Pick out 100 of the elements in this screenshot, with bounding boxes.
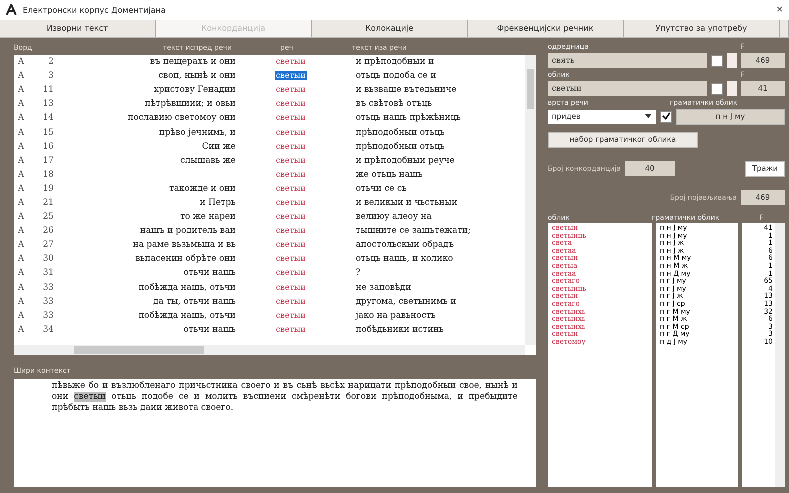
dropdown-arrow-icon (645, 114, 652, 119)
table-cell[interactable]: светыи (275, 324, 307, 334)
table-cell-text: 17 (42, 156, 54, 166)
checkbox[interactable] (660, 110, 672, 122)
table-cell-text: А (17, 254, 26, 264)
table-cell: такожде и они (169, 184, 236, 194)
table-cell[interactable]: светыи (275, 226, 307, 236)
table-cell-text: ? (355, 268, 362, 278)
table-cell-text: и прѣподобныи реуче (355, 156, 456, 166)
table-cell-text: А (17, 99, 26, 110)
table-cell-text: А (17, 282, 26, 293)
table-cell-text: и великыи и чьстьныи (355, 198, 459, 208)
table-cell-text: 33 (42, 296, 54, 307)
table-cell-text: 18 (42, 170, 54, 180)
table-cell-text: отьць нашь, и колико (355, 254, 454, 264)
table-cell-text: А (17, 113, 26, 124)
scrollbar[interactable] (525, 55, 536, 345)
checkbox[interactable] (711, 54, 723, 66)
table-cell[interactable]: светыи (275, 57, 307, 66)
table-cell[interactable]: светыи (275, 156, 307, 165)
lemma-field[interactable]: свять (548, 53, 707, 68)
small-field[interactable] (727, 81, 737, 96)
table-cell: вьпасенин обрѣте они (136, 254, 236, 264)
table-cell: своп, нынѣ и они (158, 71, 236, 82)
table-cell: побѣжда нашь, отьчи (138, 282, 236, 293)
table-cell-text: 13 (42, 99, 54, 110)
table-cell-text: тышните се зашьтежати; (355, 226, 472, 236)
table-cell-text: 14 (42, 113, 54, 124)
table-cell[interactable]: светыи (275, 99, 307, 108)
table-cell-text: 16 (42, 142, 54, 152)
checkbox[interactable] (711, 82, 723, 94)
table-cell: Сии же (202, 142, 236, 152)
table-cell-text: 25 (42, 212, 54, 222)
table-cell[interactable]: светыи (275, 296, 307, 306)
table-cell-text: 15 (42, 128, 54, 138)
small-field[interactable] (727, 53, 737, 68)
table-cell-text: јако на равьность (354, 310, 437, 321)
table-cell-text: побѣдьники истинь (355, 324, 445, 335)
form-field[interactable]: светыи (548, 81, 707, 96)
table-cell-text: А (17, 240, 26, 250)
table-cell-text: А (17, 142, 26, 152)
table-cell-text: прѣподобныи отьць (355, 128, 446, 138)
table-cell[interactable]: светыи (275, 254, 307, 264)
table-cell[interactable]: светыи (275, 113, 307, 122)
table-cell: да ты, отьчи нашь (154, 296, 236, 307)
table-cell-text: 27 (42, 240, 54, 250)
table-cell-text: А (17, 57, 26, 68)
table-cell-text: 26 (42, 226, 54, 236)
table-cell: пѣтрѣвшиии; и овьи (145, 99, 236, 110)
close-button[interactable]: × (776, 4, 783, 16)
table-cell-text: А (17, 156, 26, 166)
table-cell: прѣво јечнимь, и (159, 128, 236, 138)
table-cell[interactable]: светыи (275, 184, 307, 193)
table-cell: на раме вьзьмьша и вь (133, 240, 236, 250)
table-cell-text: 33 (42, 310, 54, 321)
scrollbar[interactable] (775, 223, 785, 487)
window-title: Електронски корпус Доментијана (23, 6, 167, 14)
table-cell[interactable]: светыи (275, 142, 307, 151)
table-cell-text: другома, светынимь и (355, 296, 458, 307)
table-cell-text: А (17, 310, 26, 321)
table-cell[interactable]: светыи (275, 310, 307, 320)
table-cell: слышавь же (180, 156, 236, 166)
table-cell: отьчи нашь (184, 268, 236, 278)
table-cell: отьчи нашь (184, 324, 236, 335)
table-cell-text: А (17, 85, 26, 96)
table-cell: пославию светомоу они (128, 113, 236, 124)
table-cell[interactable]: светыи (275, 198, 307, 207)
table-cell[interactable]: светыи (275, 71, 307, 80)
table-cell-text: А (17, 198, 26, 208)
table-cell-text: въ свѣтовѣ отъць (355, 99, 434, 110)
table-cell-text: и вьзваше вътедьниче (355, 85, 458, 96)
table-cell-text: же отьць нашь (355, 170, 424, 180)
table-cell[interactable]: светыи (275, 240, 307, 250)
table-cell-text: 34 (42, 324, 54, 335)
table-cell-text: А (17, 226, 26, 236)
table-cell: христову Генадии (154, 85, 236, 96)
table-cell-text: отьць подоба се и (355, 71, 438, 82)
table-cell-text: 21 (42, 198, 54, 208)
table-cell[interactable]: светыи (275, 170, 307, 179)
table-cell-text: апостольскыи обрадъ (355, 240, 456, 250)
table-cell[interactable]: светыи (275, 85, 307, 94)
table-cell-text: отьць нашь прѣжѣниць (355, 113, 462, 124)
table-cell[interactable]: светыи (275, 212, 307, 222)
table-cell-text: и прѣподобныи и (355, 57, 436, 68)
table-cell: то же нареи (180, 212, 236, 222)
table-cell-text: 3 (48, 71, 54, 82)
table-cell-text: А (17, 170, 26, 180)
table-cell-text: А (17, 71, 26, 82)
table-cell[interactable]: светыи (275, 268, 307, 278)
table-cell-text: прѣподобныи отьць (355, 142, 446, 152)
table-cell-text: А (17, 268, 26, 278)
scrollbar[interactable] (14, 345, 525, 355)
table-cell-text: отьчи се сь (355, 184, 408, 194)
table-cell-text: 2 (48, 57, 54, 68)
table-cell: побѣжда нашь, отьчи (138, 310, 236, 321)
table-cell[interactable]: светыи (275, 282, 307, 292)
table-cell-text: А (17, 184, 26, 194)
table-cell[interactable]: светыи (275, 128, 307, 137)
table-cell-text: А (17, 296, 26, 307)
context-paragraph: пѣвьже бо и възлюбленаго причьстника своего и въ сьнѣ вьсѣх нарицати прѣподобныи свое, нынѣ и они светыи отьць подобе се и молить въспиени смѣренѣти богови прѣподобныма, и пребыдите прѣбыть нашь вьзь даии живота своего. (52, 381, 518, 414)
